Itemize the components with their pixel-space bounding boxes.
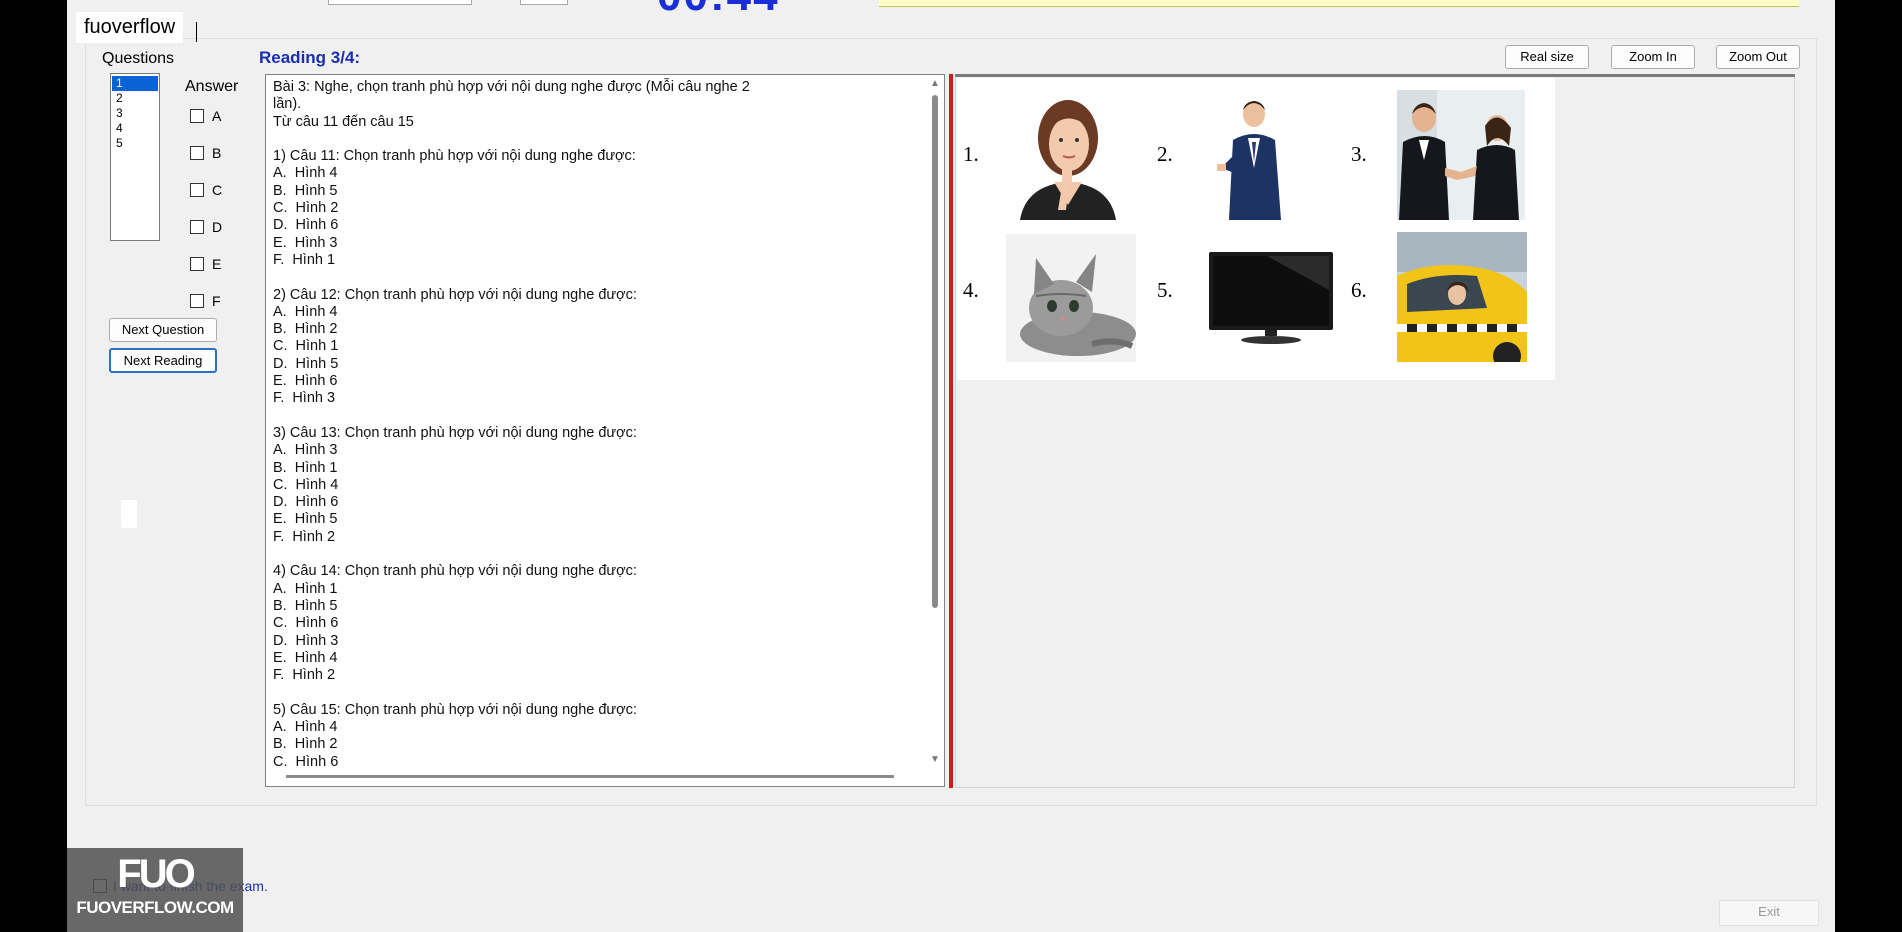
taxi-icon	[1397, 232, 1527, 362]
checkbox-f[interactable]	[190, 294, 204, 308]
reading-title: Reading 3/4:	[259, 48, 361, 67]
scroll-thumb[interactable]	[932, 95, 938, 608]
reading-textbox[interactable]: Bài 3: Nghe, chọn tranh phù hợp với nội …	[265, 74, 945, 787]
panel-divider[interactable]	[949, 74, 953, 788]
next-reading-button[interactable]: Next Reading	[109, 348, 217, 373]
image-label-3: 3.	[1351, 142, 1367, 166]
question-item[interactable]: 1	[112, 76, 158, 91]
top-button-fragment[interactable]	[520, 0, 568, 5]
timer: 00:44	[657, 0, 780, 18]
fuoverflow-logo: FUO FUOVERFLOW.COM	[67, 848, 243, 932]
question-item[interactable]: 5	[112, 136, 158, 151]
logo-text: FUOVERFLOW.COM	[76, 898, 234, 917]
checkbox-a[interactable]	[190, 109, 204, 123]
zoom-out-button[interactable]: Zoom Out	[1716, 45, 1800, 69]
reading-image: 1. 2. 3. 4. 5. 6.	[957, 78, 1555, 380]
image-label-2: 2.	[1157, 142, 1173, 166]
text-caret	[196, 22, 197, 42]
image-label-5: 5.	[1157, 278, 1173, 302]
question-item[interactable]: 4	[112, 121, 158, 136]
next-question-button[interactable]: Next Question	[109, 318, 217, 342]
option-label: D	[212, 219, 223, 235]
answer-option-f[interactable]: F	[190, 293, 221, 309]
image-label-4: 4.	[963, 278, 979, 302]
kitten-icon	[1006, 234, 1136, 362]
real-size-button[interactable]: Real size	[1505, 45, 1589, 69]
horizontal-scrollbar[interactable]	[286, 775, 894, 778]
image-panel-border	[955, 74, 1795, 77]
handshake-icon	[1397, 90, 1525, 220]
image-label-6: 6.	[1351, 278, 1367, 302]
option-label: C	[212, 182, 223, 198]
answer-option-b[interactable]: B	[190, 145, 221, 161]
woman-thinking-icon	[1006, 90, 1130, 220]
checkbox-b[interactable]	[190, 146, 204, 160]
option-label: B	[212, 145, 222, 161]
checkbox-d[interactable]	[190, 220, 204, 234]
scroll-up-icon[interactable]: ▲	[928, 77, 942, 91]
answer-label: Answer	[185, 78, 239, 95]
top-input-fragment[interactable]	[328, 0, 472, 5]
reading-info-bar	[879, 0, 1799, 7]
answer-option-a[interactable]: A	[190, 108, 221, 124]
checkbox-e[interactable]	[190, 257, 204, 271]
businessman-phone-icon	[1207, 90, 1301, 220]
option-label: E	[212, 256, 222, 272]
watermark-label: fuoverflow	[76, 12, 184, 43]
vertical-scrollbar[interactable]: ▲ ▼	[928, 77, 942, 767]
answer-option-c[interactable]: C	[190, 182, 222, 198]
hidden-control[interactable]	[121, 500, 137, 528]
exam-window: 00:44 Questions 1 2 3 4 5 Answer A B C D…	[67, 0, 1835, 932]
questions-label: Questions	[102, 50, 175, 67]
question-item[interactable]: 3	[112, 106, 158, 121]
checkbox-c[interactable]	[190, 183, 204, 197]
exit-button[interactable]: Exit	[1719, 900, 1819, 926]
scroll-down-icon[interactable]: ▼	[928, 753, 942, 767]
question-item[interactable]: 2	[112, 91, 158, 106]
television-icon	[1207, 250, 1335, 346]
answer-option-e[interactable]: E	[190, 256, 221, 272]
logo-mark: FUO	[117, 852, 195, 896]
option-label: F	[212, 293, 221, 309]
questions-list[interactable]: 1 2 3 4 5	[110, 73, 160, 241]
image-label-1: 1.	[963, 142, 979, 166]
option-label: A	[212, 108, 222, 124]
answer-option-d[interactable]: D	[190, 219, 222, 235]
zoom-in-button[interactable]: Zoom In	[1611, 45, 1695, 69]
reading-text: Bài 3: Nghe, chọn tranh phù hợp với nội …	[273, 79, 750, 770]
